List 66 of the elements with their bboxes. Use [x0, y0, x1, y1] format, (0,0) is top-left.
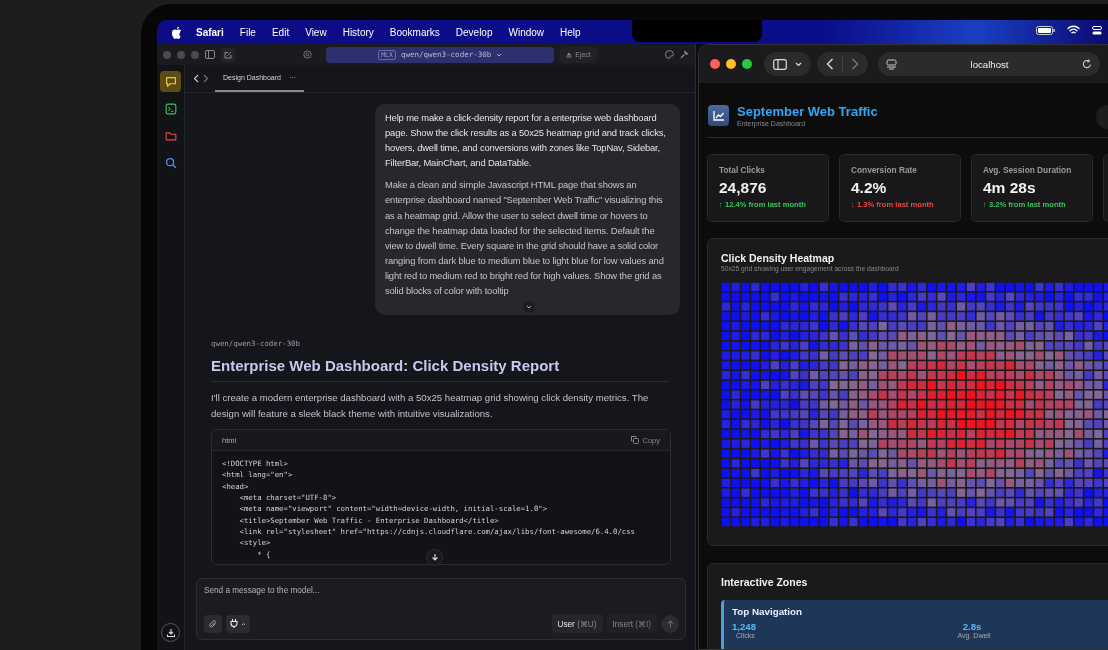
new-chat-icon[interactable] [221, 47, 235, 62]
window-close-button[interactable] [710, 59, 720, 69]
control-center-icon[interactable] [1092, 25, 1102, 35]
user-role-button[interactable]: User (⌘U) [551, 614, 603, 633]
response-text: I'll create a modern enterprise dashboard with a 50x25 heatmap grid showing click density metrics. The design will feature a sleek black theme with intuitive visualizations. [211, 391, 650, 421]
wrench-icon[interactable] [680, 50, 689, 59]
search-icon [163, 155, 178, 170]
menu-item[interactable]: Edit [263, 26, 298, 38]
chevron-up-icon [241, 621, 246, 626]
heatmap-title: Click Density Heatmap [721, 252, 836, 264]
zone-metric-value: 2.8s [962, 621, 982, 632]
stat-label: Avg. Session Duration [983, 165, 1073, 175]
chevron-down-icon [525, 305, 532, 310]
attach-button[interactable] [204, 614, 222, 633]
plug-icon [230, 619, 238, 628]
wifi-icon[interactable] [1067, 25, 1080, 35]
zones-title: Interactive Zones [721, 576, 809, 588]
page-menu-icon[interactable] [886, 58, 897, 70]
arrow-up-icon [666, 619, 674, 628]
stat-value: 24,876 [719, 179, 768, 197]
send-button[interactable] [661, 614, 679, 633]
reload-icon[interactable] [1082, 59, 1092, 69]
window-zoom-button[interactable] [742, 59, 752, 69]
expand-button[interactable] [522, 301, 535, 314]
apple-logo-icon[interactable] [171, 25, 182, 39]
scroll-down-button[interactable] [426, 548, 443, 566]
menu-item[interactable]: Develop [447, 26, 501, 38]
battery-icon[interactable] [1036, 25, 1055, 35]
copy-icon [631, 436, 640, 445]
sidebar-icon [773, 58, 787, 70]
menu-item[interactable]: Bookmarks [381, 26, 448, 38]
terminal-icon [163, 101, 178, 116]
menu-item[interactable]: Safari [188, 26, 232, 38]
chevron-down-icon [795, 61, 802, 67]
paperclip-icon [209, 619, 217, 628]
menu-item[interactable]: Window [500, 26, 553, 38]
zone-name: Top Navigation [732, 606, 804, 617]
stat-value: 4.2% [851, 179, 888, 197]
message-input[interactable]: Send a message to the model... [204, 586, 679, 595]
menu-item[interactable]: File [231, 26, 264, 38]
settings-icon[interactable] [303, 50, 313, 59]
chat-icon [163, 74, 178, 89]
window-minimize-button[interactable] [726, 59, 736, 69]
message-paragraph: Make a clean and simple Javascript HTML page that shows an enterprise dashboard named "September Web Traffic" visualizing this as a heatmap grid. Allow the user to select dwell time or hovers to change the heatmap data loaded for the selected items. Default the view to dwell time. Every square in the grid should have a solid color ranging from dark blue to medium blue to light blue for low values and light red to medium red to bright red for high values. Show the grid as solid blocks of color with tooltip [385, 178, 665, 299]
download-icon [165, 627, 176, 638]
address-bar[interactable]: localhost [878, 52, 1100, 76]
dashboard-title: September Web Traffic [737, 104, 878, 119]
menu-item[interactable]: History [334, 26, 382, 38]
stat-value: 4m 28s [983, 179, 1037, 197]
eject-icon [566, 51, 573, 58]
menu-item[interactable]: View [297, 26, 335, 38]
zone-metric-value: 1,248 [732, 621, 756, 632]
chat-tool-button[interactable] [160, 71, 181, 92]
message-paragraph: Help me make a click-density report for a enterprise web dashboard page. Show the click results as a 50x25 heatmap grid and track clicks, hovers, dwell time, and conversions with zones like TopNav, Sidebar, FilterBar, MainChart, and DataTable. [385, 111, 667, 171]
stat-label: Conversion Rate [851, 165, 918, 175]
stat-label: Total Clicks [719, 165, 766, 175]
chevron-down-icon [496, 52, 503, 57]
menu-item[interactable]: Help [552, 26, 589, 38]
sidebar-toggle-icon[interactable] [205, 50, 215, 59]
sidebar-button[interactable] [764, 52, 811, 76]
plugin-menu-button[interactable] [226, 614, 250, 633]
insert-button[interactable]: Insert (⌘I) [606, 614, 657, 633]
response-heading: Enterprise Web Dashboard: Click Density Report [211, 357, 669, 383]
line-chart-icon [712, 110, 725, 121]
heatmap-grid[interactable] [721, 282, 1108, 527]
arrow-down-icon [430, 553, 439, 562]
